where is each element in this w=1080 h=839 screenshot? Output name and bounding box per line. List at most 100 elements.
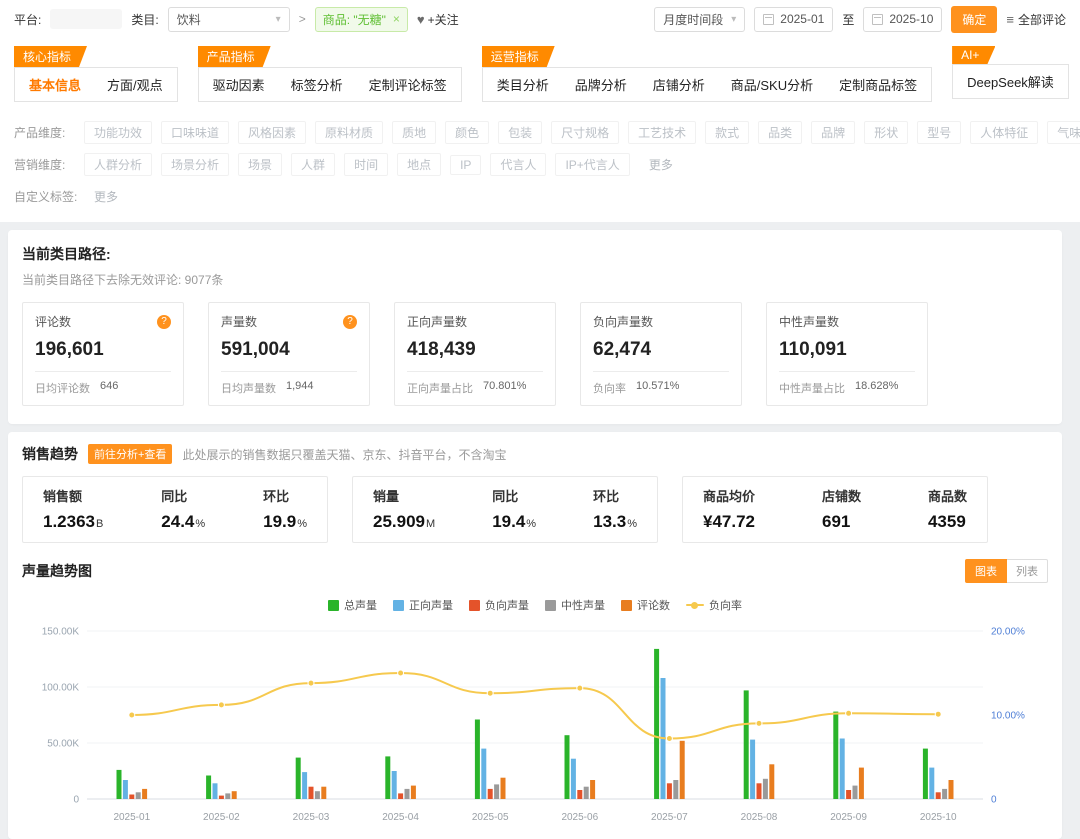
filter-tag[interactable]: 尺寸规格 <box>551 121 619 144</box>
go-analyze-button[interactable]: 前往分析+查看 <box>88 444 172 464</box>
filter-row-label: 营销维度: <box>14 156 84 173</box>
filter-more-button[interactable]: 更多 <box>84 185 128 208</box>
chart-title: 声量趋势图 <box>22 561 92 581</box>
legend-item[interactable]: 负向率 <box>686 597 742 613</box>
filter-tag[interactable]: 工艺技术 <box>628 121 696 144</box>
chart-legend: 总声量正向声量负向声量中性声量 评论数负向率 <box>22 597 1048 613</box>
metric-card-header: 正向声量数 <box>407 313 543 330</box>
sales-metric-unit: % <box>627 518 637 530</box>
toggle-chart-view[interactable]: 图表 <box>965 559 1007 583</box>
nav-tab[interactable]: 驱动因素 <box>213 75 265 94</box>
nav-tab[interactable]: 定制商品标签 <box>839 75 917 94</box>
filter-row-label: 产品维度: <box>14 124 84 141</box>
metric-divider <box>221 371 357 372</box>
nav-tab[interactable]: 标签分析 <box>291 75 343 94</box>
metric-foot-value: 646 <box>100 380 118 396</box>
filter-tag[interactable]: 人群 <box>291 153 335 176</box>
filter-tag[interactable]: 形状 <box>864 121 908 144</box>
filter-tag[interactable]: 地点 <box>397 153 441 176</box>
help-icon[interactable]: ? <box>343 315 357 329</box>
filter-tag[interactable]: 场景 <box>238 153 282 176</box>
nav-group-badge: 产品指标 <box>198 46 271 67</box>
calendar-icon <box>763 14 774 25</box>
product-filter-tag[interactable]: 商品: "无糖" × <box>315 7 408 32</box>
follow-button[interactable]: ♥ +关注 <box>417 11 459 28</box>
filter-tag[interactable]: 功能功效 <box>84 121 152 144</box>
sales-metric: 同比19.4% <box>492 486 536 532</box>
filter-tag[interactable]: 品类 <box>758 121 802 144</box>
nav-tab[interactable]: 定制评论标签 <box>369 75 447 94</box>
sales-metric: 商品均价¥47.72 <box>703 486 755 532</box>
metric-value: 62,474 <box>593 339 729 361</box>
category-select-value: 饮料 <box>177 11 201 28</box>
filter-tag[interactable]: 包装 <box>498 121 542 144</box>
svg-text:2025-05: 2025-05 <box>472 812 509 823</box>
svg-text:2025-10: 2025-10 <box>920 812 957 823</box>
all-comments-button[interactable]: ≡ 全部评论 <box>1006 11 1066 28</box>
nav-tab[interactable]: 基本信息 <box>29 75 81 94</box>
legend-item[interactable]: 负向声量 <box>469 597 529 613</box>
nav-tab[interactable]: 商品/SKU分析 <box>731 75 813 94</box>
filter-tag[interactable]: 人群分析 <box>84 153 152 176</box>
sales-card: 销售额1.2363B同比24.4%环比19.9% <box>22 476 328 543</box>
filter-tag[interactable]: 气味 <box>1047 121 1080 144</box>
metric-label: 评论数 <box>35 313 71 330</box>
metric-card: 评论数?196,601日均评论数646 <box>22 302 184 406</box>
filter-tag[interactable]: IP <box>450 155 481 175</box>
metric-divider <box>593 371 729 372</box>
filter-more-button[interactable]: 更多 <box>639 153 683 176</box>
filter-tag[interactable]: 代言人 <box>490 153 546 176</box>
follow-label: +关注 <box>428 11 459 28</box>
chevron-down-icon: ▾ <box>276 14 281 25</box>
metric-label: 中性声量数 <box>779 313 839 330</box>
metric-foot-label: 负向率 <box>593 380 626 396</box>
legend-item[interactable]: 评论数 <box>621 597 670 613</box>
close-icon[interactable]: × <box>393 12 400 26</box>
filter-tag[interactable]: 风格因素 <box>238 121 306 144</box>
period-select[interactable]: 月度时间段 ▾ <box>654 7 745 32</box>
breadcrumb-separator: > <box>299 12 306 26</box>
filters-panel: 产品维度:功能功效口味味道风格因素原料材质质地颜色包装尺寸规格工艺技术款式品类品… <box>0 104 1080 222</box>
filter-tag[interactable]: 时间 <box>344 153 388 176</box>
filter-tag[interactable]: 口味味道 <box>161 121 229 144</box>
filter-tag[interactable]: 原料材质 <box>315 121 383 144</box>
legend-item[interactable]: 总声量 <box>328 597 377 613</box>
metric-foot-value: 1,944 <box>286 380 314 396</box>
volume-trend-chart: 050.00K100.00K150.00K010.00%20.00%2025-0… <box>25 617 1045 829</box>
filter-tag[interactable]: 型号 <box>917 121 961 144</box>
all-comments-label: 全部评论 <box>1018 11 1066 28</box>
legend-item[interactable]: 正向声量 <box>393 597 453 613</box>
sales-metric-label: 商品均价 <box>703 486 755 505</box>
legend-label: 评论数 <box>637 597 670 613</box>
sales-metric-unit: B <box>96 518 103 530</box>
date-from-input[interactable]: 2025-01 <box>754 7 833 32</box>
date-to-input[interactable]: 2025-10 <box>863 7 942 32</box>
nav-tab[interactable]: 方面/观点 <box>107 75 163 94</box>
metric-card-header: 中性声量数 <box>779 313 915 330</box>
category-select[interactable]: 饮料 ▾ <box>168 7 290 32</box>
filter-tag[interactable]: IP+代言人 <box>555 153 629 176</box>
svg-text:2025-06: 2025-06 <box>561 812 598 823</box>
help-icon[interactable]: ? <box>157 315 171 329</box>
platform-value-redacted[interactable] <box>50 9 122 29</box>
metric-card-header: 评论数? <box>35 313 171 330</box>
nav-tab[interactable]: 店铺分析 <box>653 75 705 94</box>
filter-tag[interactable]: 质地 <box>392 121 436 144</box>
filter-tag[interactable]: 品牌 <box>811 121 855 144</box>
filter-row: 产品维度:功能功效口味味道风格因素原料材质质地颜色包装尺寸规格工艺技术款式品类品… <box>14 121 1066 144</box>
nav-tab[interactable]: 类目分析 <box>497 75 549 94</box>
legend-item[interactable]: 中性声量 <box>545 597 605 613</box>
toggle-list-view[interactable]: 列表 <box>1007 559 1048 583</box>
confirm-button[interactable]: 确定 <box>951 6 997 33</box>
filter-tag[interactable]: 颜色 <box>445 121 489 144</box>
svg-text:50.00K: 50.00K <box>47 739 79 750</box>
sales-card: 商品均价¥47.72店铺数691商品数4359 <box>682 476 988 543</box>
nav-tab[interactable]: 品牌分析 <box>575 75 627 94</box>
nav-tab[interactable]: DeepSeek解读 <box>967 72 1054 91</box>
metric-value: 418,439 <box>407 339 543 361</box>
filter-tag[interactable]: 人体特征 <box>970 121 1038 144</box>
metric-footer: 日均评论数646 <box>35 380 171 396</box>
metric-card-header: 声量数? <box>221 313 357 330</box>
filter-tag[interactable]: 场景分析 <box>161 153 229 176</box>
filter-tag[interactable]: 款式 <box>705 121 749 144</box>
